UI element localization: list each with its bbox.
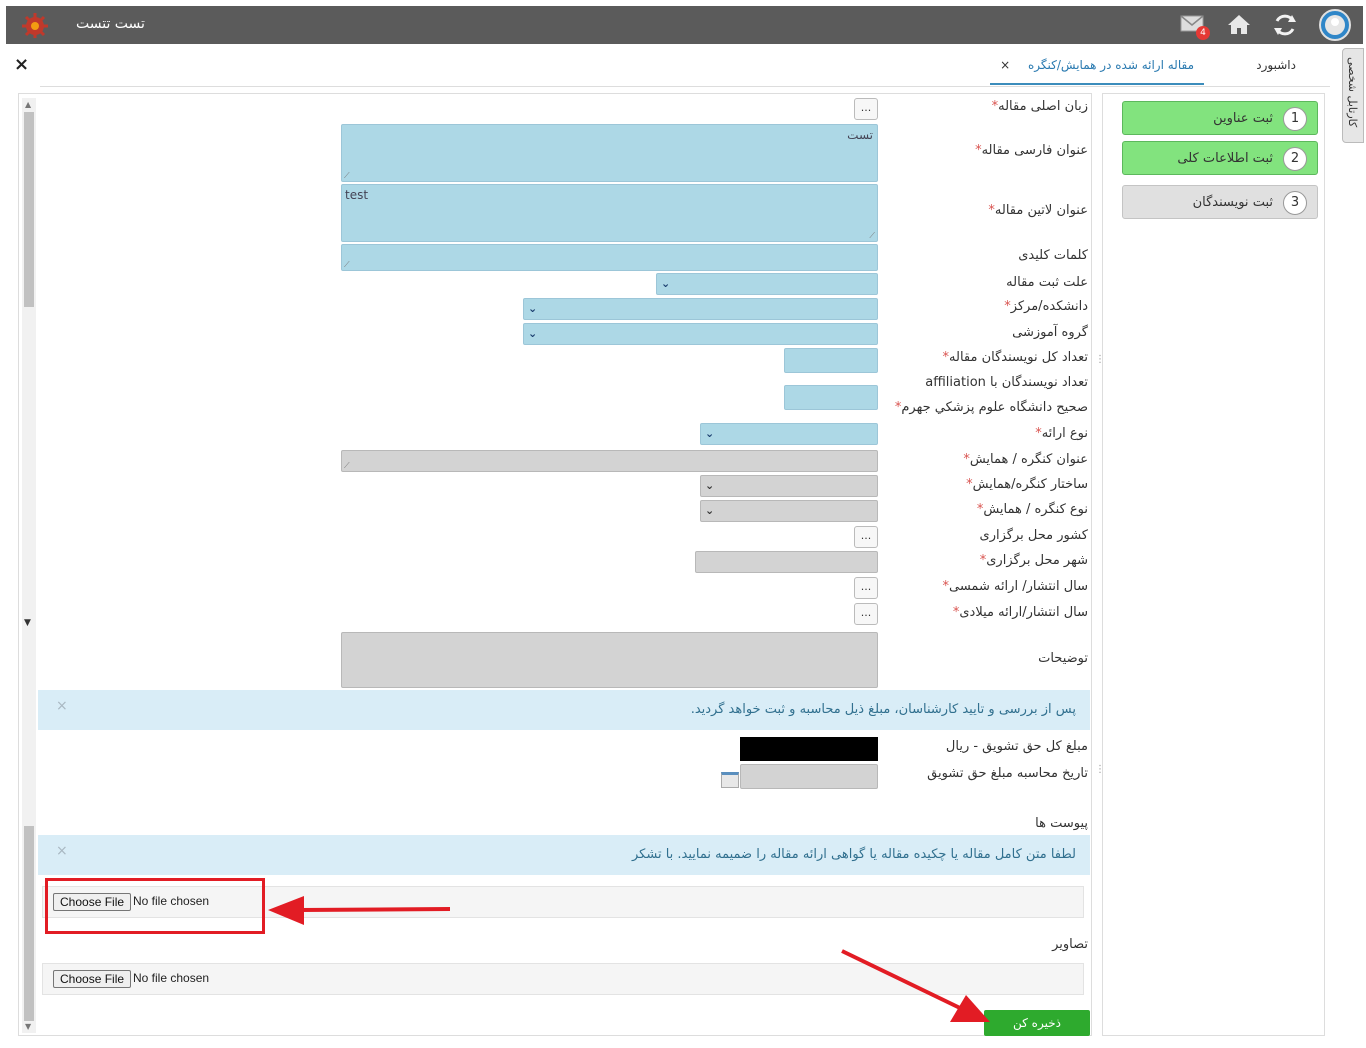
annotation-arrow-shaft xyxy=(299,907,451,912)
annotation-arrow-shaft-2 xyxy=(841,949,961,1010)
annotation-arrow-head xyxy=(268,896,304,925)
annotation-arrow-head-2 xyxy=(950,995,990,1022)
annotation-arrows xyxy=(268,896,990,1022)
